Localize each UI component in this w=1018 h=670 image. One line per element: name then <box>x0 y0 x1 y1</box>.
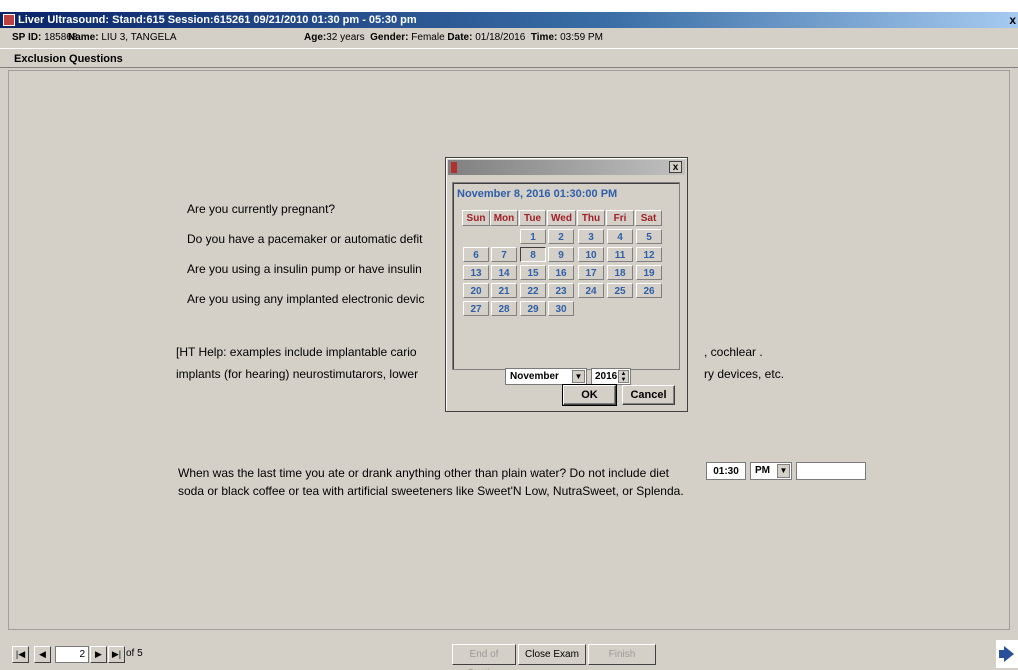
calendar-day[interactable]: 15 <box>520 265 546 280</box>
help-line-2-left: implants (for hearing) neurostimutarors,… <box>176 367 419 381</box>
calendar-day[interactable]: 30 <box>548 301 574 316</box>
calendar-day[interactable]: 21 <box>491 283 517 298</box>
question-pregnant: Are you currently pregnant? <box>187 202 336 216</box>
previous-page-icon[interactable]: ◀ <box>34 646 51 663</box>
weekday-sat: Sat <box>635 210 662 226</box>
weekday-sun: Sun <box>462 210 490 226</box>
page-count-label: of 5 <box>126 648 143 659</box>
calendar-day[interactable]: 16 <box>548 265 574 280</box>
top-strip <box>0 0 1018 12</box>
gender-label: Gender: <box>370 32 409 43</box>
date-value: 01/18/2016 <box>475 32 526 43</box>
section-title: Exclusion Questions <box>0 48 1018 68</box>
help-line-1-left: [HT Help: examples include implantable c… <box>176 345 417 359</box>
date-label: Date: <box>447 32 473 43</box>
ok-button[interactable]: OK <box>562 384 617 406</box>
gender-value: Female <box>411 32 445 43</box>
calendar-day[interactable]: 13 <box>463 265 489 280</box>
close-exam-button[interactable]: Close Exam <box>518 644 586 665</box>
last-ate-time-input[interactable]: 01:30 <box>706 462 746 480</box>
name-value: LIU 3, TANGELA <box>101 32 177 43</box>
calendar-day[interactable]: 4 <box>607 229 633 244</box>
close-icon[interactable]: x <box>1009 12 1016 28</box>
weekday-wed: Wed <box>547 210 576 226</box>
calendar-day[interactable]: 3 <box>578 229 604 244</box>
footer-bar: |◀ ◀ 2 ▶ ▶| of 5 End of Section Close Ex… <box>0 640 1018 670</box>
window-title: Liver Ultrasound: Stand:615 Session:6152… <box>18 14 417 26</box>
calendar-datetime-header: November 8, 2016 01:30:00 PM <box>457 188 618 200</box>
calendar-day[interactable]: 23 <box>548 283 574 298</box>
calendar-day[interactable]: 28 <box>491 301 517 316</box>
calendar-day[interactable]: 24 <box>578 283 604 298</box>
am-pm-select[interactable]: PM ▼ <box>750 462 792 480</box>
patient-info-bar: SP ID: 185868 Name: LIU 3, TANGELA Age:3… <box>0 29 1018 47</box>
calendar-day[interactable]: 27 <box>463 301 489 316</box>
month-select[interactable]: November ▼ <box>505 368 587 385</box>
am-pm-value: PM <box>755 465 770 476</box>
calendar: November 8, 2016 01:30:00 PM Sun Mon Tue We… <box>452 182 680 385</box>
dialog-title-bar: x <box>448 160 685 175</box>
age-label: Age: <box>304 32 327 43</box>
cancel-button[interactable]: Cancel <box>622 385 675 405</box>
calendar-day[interactable]: 1 <box>520 229 546 244</box>
calendar-day[interactable]: 5 <box>636 229 662 244</box>
dialog-app-icon <box>451 162 457 173</box>
calendar-day[interactable]: 9 <box>548 247 574 262</box>
help-line-2-right: ry devices, etc. <box>704 367 785 381</box>
weekday-fri: Fri <box>606 210 634 226</box>
dialog-close-icon[interactable]: x <box>669 161 682 173</box>
time-label: Time: <box>530 32 558 43</box>
page-number-input[interactable]: 2 <box>55 646 89 663</box>
calendar-day[interactable]: 10 <box>578 247 604 262</box>
sp-id-label: SP ID: <box>12 32 42 43</box>
app-icon <box>3 14 15 26</box>
name-label: Name: <box>68 32 99 43</box>
last-page-icon[interactable]: ▶| <box>108 646 125 663</box>
end-of-section-button[interactable]: End of Section <box>452 644 516 670</box>
weekday-thu: Thu <box>577 210 605 226</box>
calendar-day[interactable]: 6 <box>463 247 489 262</box>
month-value: November <box>510 371 559 382</box>
calendar-day[interactable]: 17 <box>578 265 604 280</box>
calendar-day[interactable]: 22 <box>520 283 546 298</box>
chevron-down-icon[interactable]: ▼ <box>777 464 790 478</box>
calendar-day[interactable]: 2 <box>548 229 574 244</box>
last-ate-extra-input[interactable] <box>796 462 866 480</box>
help-line-1-right: , cochlear . <box>704 345 763 359</box>
calendar-day[interactable]: 7 <box>491 247 517 262</box>
first-page-icon[interactable]: |◀ <box>12 646 29 663</box>
calendar-day[interactable]: 12 <box>636 247 662 262</box>
calendar-day[interactable]: 20 <box>463 283 489 298</box>
calendar-day[interactable]: 25 <box>607 283 633 298</box>
question-pacemaker: Do you have a pacemaker or automatic def… <box>187 232 423 246</box>
weekday-tue: Tue <box>519 210 546 226</box>
date-picker-dialog: x November 8, 2016 01:30:00 PM Sun Mon Tue… <box>445 157 688 412</box>
calendar-day[interactable]: 8 <box>520 247 546 262</box>
last-ate-question: When was the last time you ate or drank … <box>178 466 684 498</box>
next-page-icon[interactable]: ▶ <box>90 646 107 663</box>
spin-arrows-icon[interactable]: ▲ ▼ <box>618 370 629 383</box>
time-value: 03:59 PM <box>560 32 603 43</box>
age-value: 32 years <box>326 32 365 43</box>
finish-button[interactable]: Finish <box>588 644 656 665</box>
chevron-down-icon[interactable]: ▼ <box>572 370 585 383</box>
calendar-day[interactable]: 18 <box>607 265 633 280</box>
app-window: Liver Ultrasound: Stand:615 Session:6152… <box>0 0 1018 670</box>
calendar-day[interactable]: 19 <box>636 265 662 280</box>
calendar-day[interactable]: 26 <box>636 283 662 298</box>
question-insulin-pump: Are you using a insulin pump or have ins… <box>187 262 422 276</box>
question-implanted-device: Are you using any implanted electronic d… <box>187 292 425 306</box>
calendar-day[interactable]: 11 <box>607 247 633 262</box>
exit-arrow-icon[interactable] <box>996 640 1018 668</box>
title-bar: Liver Ultrasound: Stand:615 Session:6152… <box>0 12 1018 28</box>
year-spinner[interactable]: 2016 ▲ ▼ <box>591 368 631 385</box>
year-value: 2016 <box>595 371 618 382</box>
calendar-day[interactable]: 29 <box>520 301 546 316</box>
weekday-mon: Mon <box>490 210 518 226</box>
calendar-day[interactable]: 14 <box>491 265 517 280</box>
